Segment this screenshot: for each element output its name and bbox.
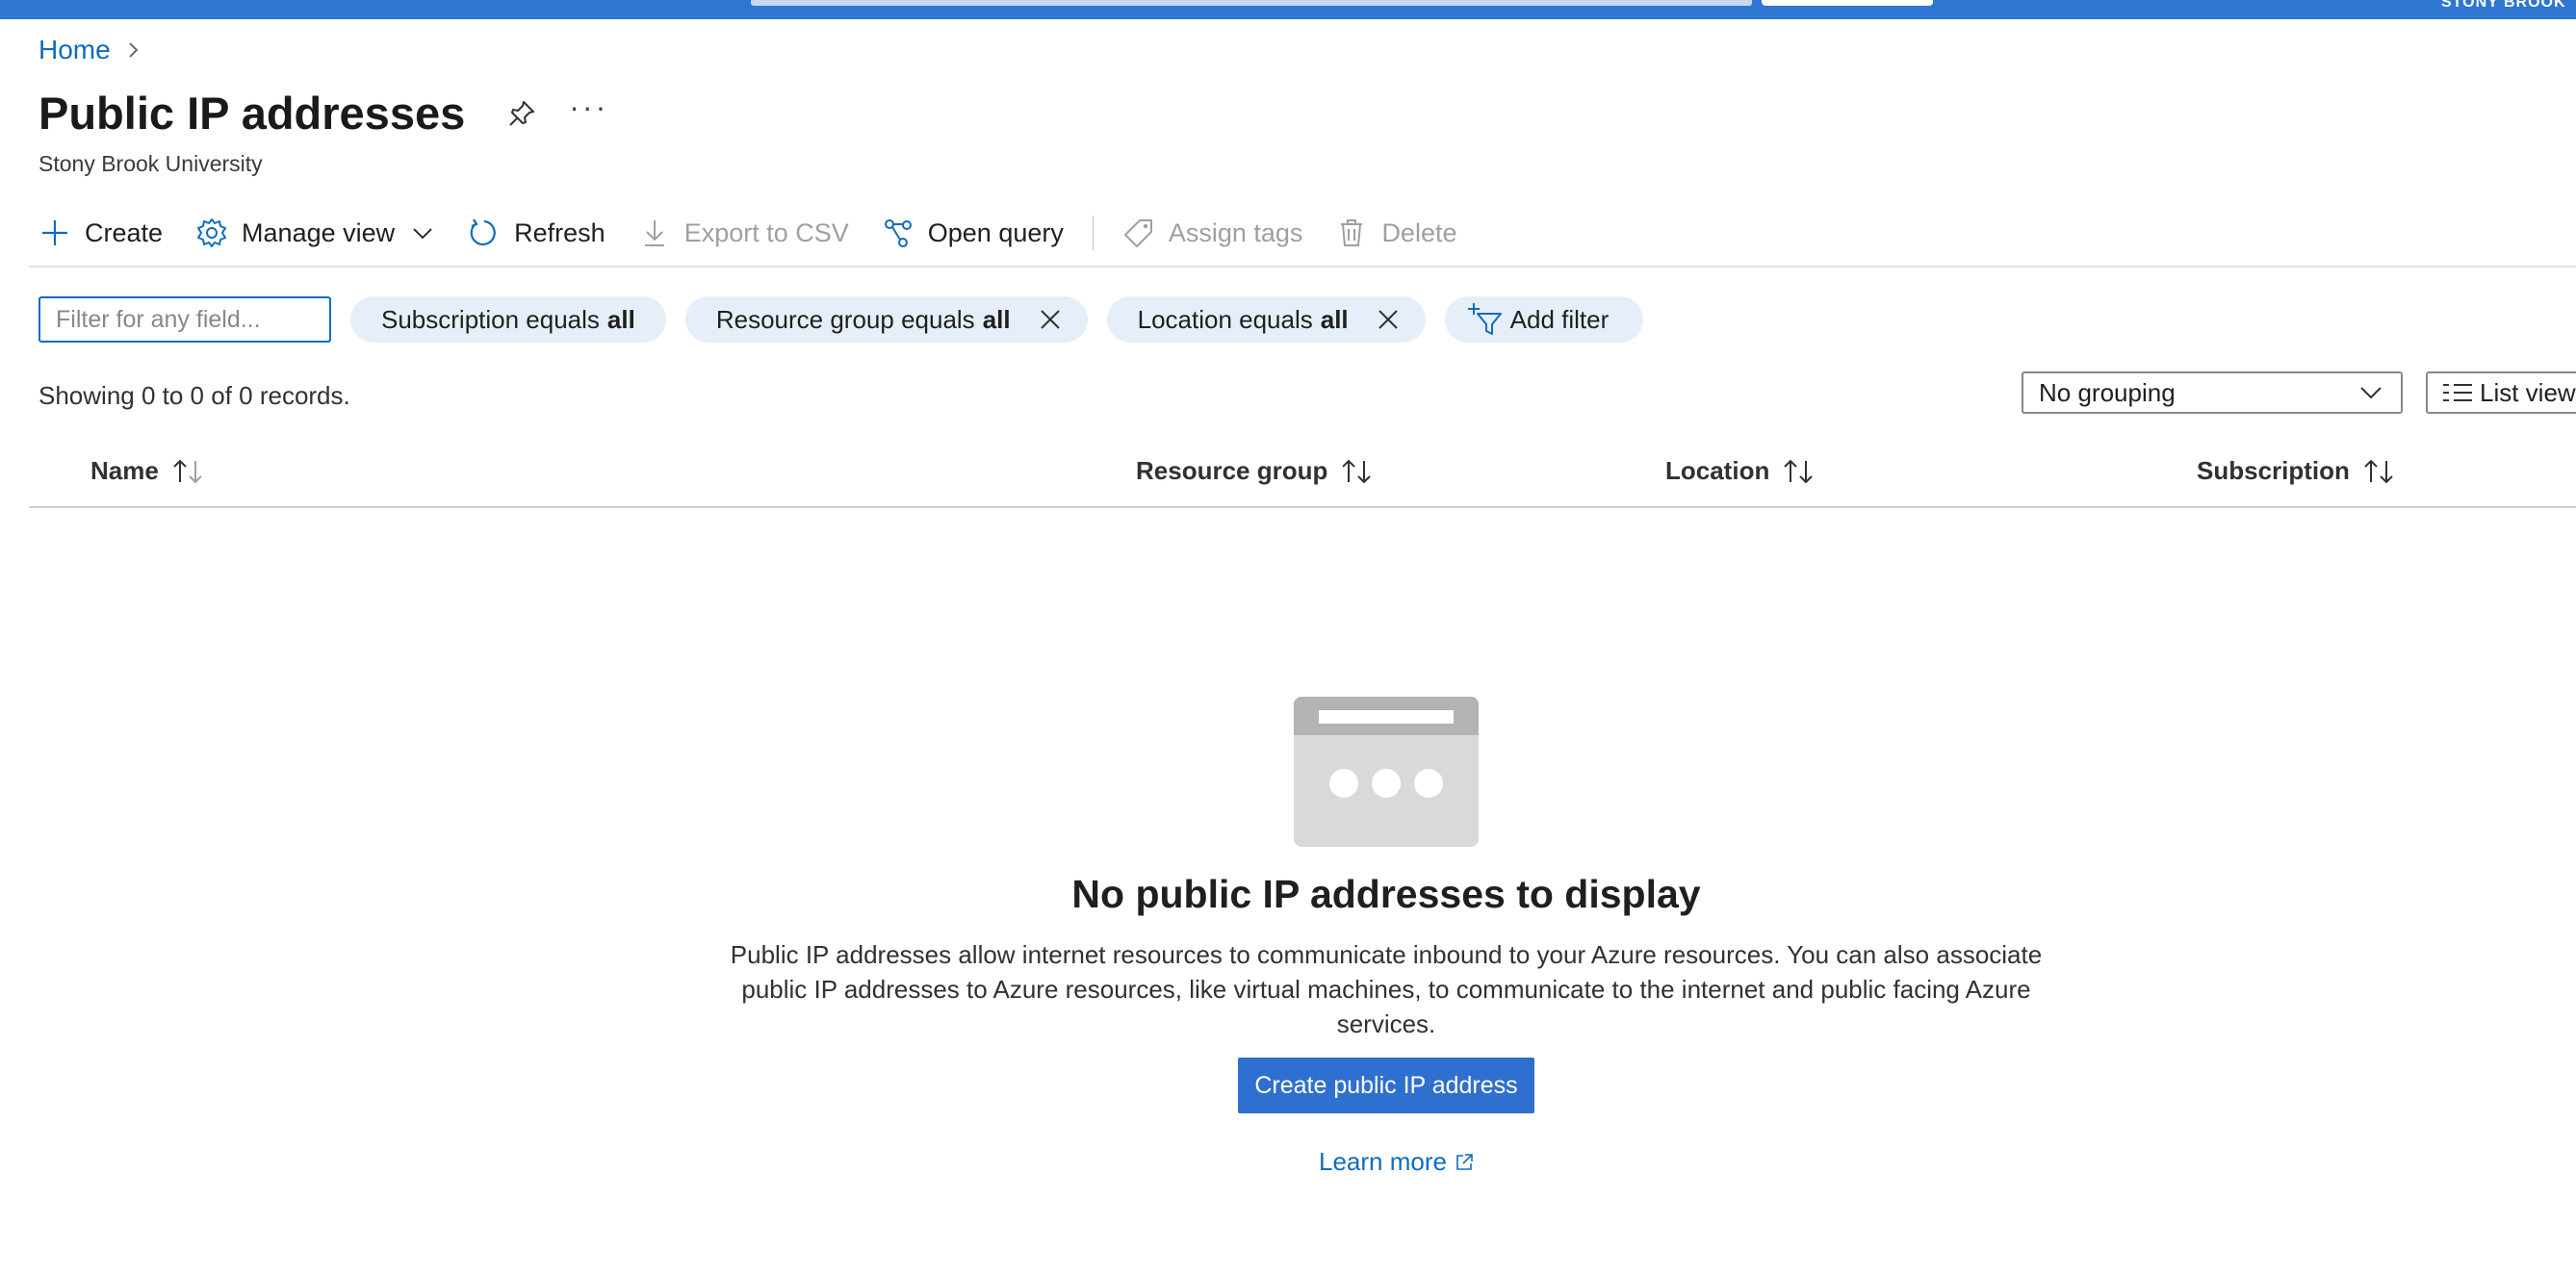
subscription-filter-pill[interactable]: Subscription equals all [350,296,666,343]
empty-state-title: No public IP addresses to display [1071,872,1701,916]
resource-group-filter-pill[interactable]: Resource group equals all [684,296,1088,343]
download-icon [644,220,664,246]
export-csv-label: Export to CSV [683,217,849,247]
filter-pill-label: Location equals [1137,304,1313,334]
tag-icon [1123,219,1152,247]
close-icon[interactable] [1038,307,1063,332]
list-view-icon [2443,384,2472,401]
manage-view-label: Manage view [242,217,396,247]
create-public-ip-button[interactable]: Create public IP address [1238,1058,1534,1113]
plus-icon [42,220,67,245]
delete-label: Delete [1381,217,1457,247]
open-query-label: Open query [927,217,1064,247]
sort-icon[interactable] [1339,457,1376,486]
column-header-label: Location [1665,456,1770,485]
assign-tags-button[interactable]: Assign tags [1122,217,1303,249]
title-row: Public IP addresses ··· [39,87,608,140]
column-header-subscription[interactable]: Subscription [2197,456,2398,486]
delete-button[interactable]: Delete [1335,217,1456,249]
view-label: List view [2480,377,2576,407]
add-filter-icon [1467,303,1502,335]
filter-pill-value: all [606,304,635,334]
filter-input[interactable] [39,296,331,343]
grouping-selected: No grouping [2039,377,2176,407]
top-navigation-bar: STONY BROOK [0,0,2576,19]
query-graph-icon [884,219,912,247]
column-header-location[interactable]: Location [1665,456,1817,486]
command-bar: Create Manage view Refresh Export to CSV… [39,212,1489,254]
filter-pill-value: all [1320,304,1349,334]
toolbar-divider [29,266,2576,268]
create-button[interactable]: Create [39,217,163,249]
more-options-icon[interactable]: ··· [569,91,608,130]
chevron-right-icon [129,42,138,58]
sort-icon[interactable] [1781,457,1817,486]
chevron-down-icon [2360,387,2382,399]
filter-pill-label: Resource group equals [715,304,975,334]
toolbar-separator [1092,216,1094,250]
filter-bar: Subscription equalsall Resource group eq… [39,295,1644,344]
global-search-box[interactable] [751,0,1752,6]
refresh-button[interactable]: Refresh [468,217,605,249]
filter-pill-value: all [982,304,1011,334]
column-header-name[interactable]: Name [90,456,207,486]
manage-view-button[interactable]: Manage view [195,217,435,249]
directory-name[interactable]: STONY BROOK [2441,0,2576,13]
sort-icon[interactable] [2361,457,2398,486]
empty-state-description: Public IP addresses allow internet resou… [730,940,2043,1038]
assign-tags-label: Assign tags [1168,217,1303,247]
sort-icon[interactable] [170,457,207,486]
learn-more-label: Learn more [1319,1147,1447,1176]
filter-pill-label: Subscription equals [381,304,600,334]
copilot-button[interactable] [1762,0,1933,6]
column-header-resource-group[interactable]: Resource group [1136,456,1376,486]
pin-icon[interactable] [505,97,538,130]
page-subtitle: Stony Brook University [39,151,263,176]
chevron-down-icon [413,228,432,240]
add-filter-button[interactable]: Add filter [1444,296,1644,343]
export-csv-button[interactable]: Export to CSV [638,217,849,249]
close-icon[interactable] [1376,307,1401,332]
table-header: Name Resource group Location Subscriptio… [29,450,2576,508]
page-title: Public IP addresses [39,88,466,139]
gear-icon [197,218,227,247]
view-dropdown[interactable]: List view [2426,371,2576,414]
column-header-label: Name [90,456,159,485]
create-label: Create [85,217,164,247]
column-header-label: Subscription [2197,456,2350,485]
empty-state-icon [1294,697,1479,847]
external-link-icon [1456,1153,1473,1170]
records-count: Showing 0 to 0 of 0 records. [39,381,350,410]
location-filter-pill[interactable]: Location equals all [1106,296,1426,343]
refresh-label: Refresh [514,217,605,247]
column-header-label: Resource group [1136,456,1328,485]
learn-more-link[interactable]: Learn more [1319,1147,1474,1177]
grouping-dropdown[interactable]: No grouping [2022,371,2403,414]
breadcrumb: Home [39,35,143,65]
refresh-icon [470,218,496,246]
add-filter-label: Add filter [1509,304,1610,334]
trash-icon [1341,219,1363,246]
breadcrumb-home-link[interactable]: Home [39,35,111,65]
open-query-button[interactable]: Open query [882,217,1064,249]
